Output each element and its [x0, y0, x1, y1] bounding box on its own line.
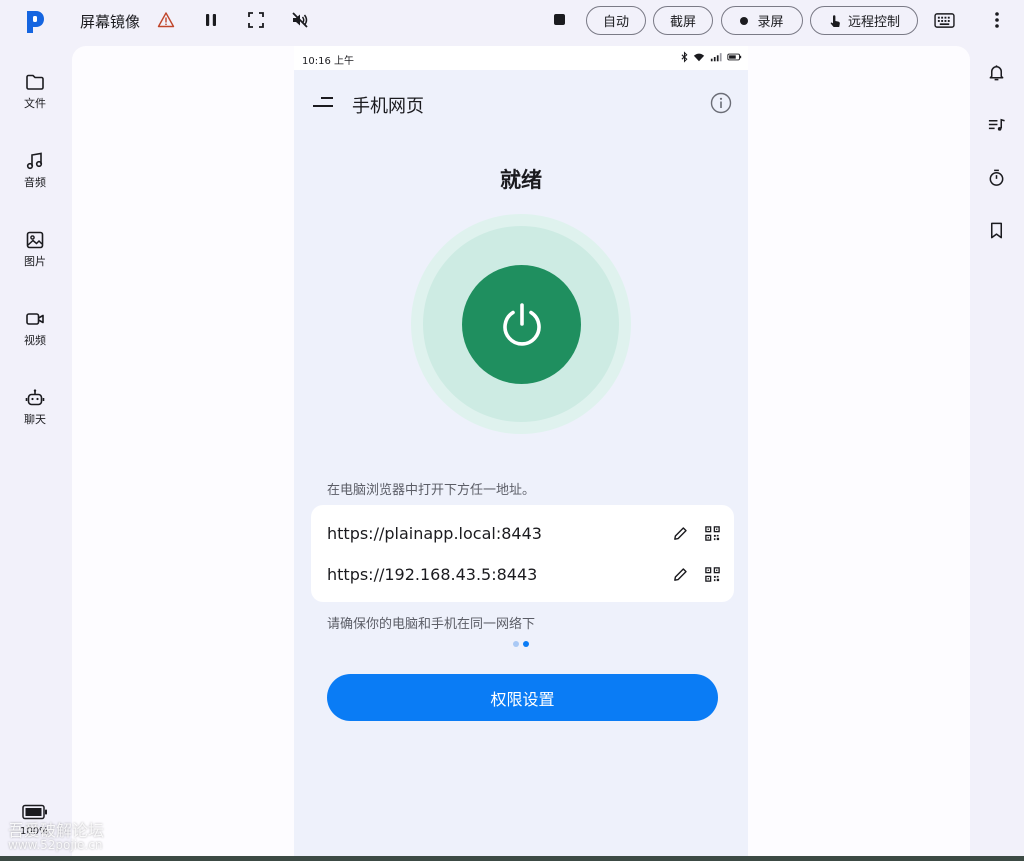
sidebar-item-files[interactable]: 文件 — [10, 72, 60, 122]
auto-button[interactable]: 自动 — [586, 6, 646, 35]
image-icon — [26, 231, 44, 249]
wifi-icon — [693, 53, 705, 62]
info-icon[interactable] — [710, 92, 732, 114]
url-text[interactable]: https://192.168.43.5:8443 — [327, 565, 670, 584]
keyboard-icon[interactable] — [932, 9, 956, 31]
remote-control-label: 远程控制 — [847, 14, 900, 29]
url-card: https://plainapp.local:8443 https://192.… — [311, 505, 734, 602]
sidebar-item-label: 聊天 — [24, 413, 46, 426]
folder-icon — [26, 74, 44, 90]
remote-control-button[interactable]: 远程控制 — [810, 6, 918, 35]
top-toolbar: 屏幕镜像 自动 截屏 录屏 远程控制 — [0, 0, 1024, 42]
network-note: 请确保你的电脑和手机在同一网络下 — [327, 617, 536, 632]
touch-icon — [830, 14, 840, 27]
phone-screen[interactable]: 10:16 上午 手机网页 就绪 在电脑浏览器中打开下方任一地址。 https:… — [294, 46, 748, 861]
bell-icon[interactable] — [985, 61, 1007, 83]
edit-icon[interactable] — [670, 564, 690, 584]
sidebar-item-audio[interactable]: 音频 — [10, 151, 60, 201]
power-button[interactable] — [462, 265, 581, 384]
edit-icon[interactable] — [670, 523, 690, 543]
screenshot-button[interactable]: 截屏 — [653, 6, 713, 35]
video-camera-icon — [26, 313, 44, 325]
url-row: https://192.168.43.5:8443 — [327, 561, 722, 587]
sidebar-item-images[interactable]: 图片 — [10, 230, 60, 280]
qr-code-icon[interactable] — [702, 523, 722, 543]
qr-code-icon[interactable] — [702, 564, 722, 584]
playlist-icon[interactable] — [985, 114, 1007, 136]
app-logo — [27, 11, 44, 33]
more-vert-icon[interactable] — [986, 9, 1008, 31]
fullscreen-icon[interactable] — [245, 9, 267, 31]
bluetooth-icon — [681, 51, 688, 63]
mute-icon[interactable] — [289, 9, 311, 31]
sidebar-item-label: 文件 — [24, 97, 46, 110]
url-text[interactable]: https://plainapp.local:8443 — [327, 524, 670, 543]
signal-icon — [710, 53, 722, 62]
url-row: https://plainapp.local:8443 — [327, 520, 722, 546]
battery-status-icon — [727, 53, 742, 61]
phone-status-bar: 10:16 上午 — [294, 46, 748, 70]
sidebar-item-video[interactable]: 视频 — [10, 309, 60, 359]
page-dot[interactable] — [513, 641, 519, 647]
watermark-url: www.52pojie.cn — [8, 838, 103, 852]
page-indicator — [513, 641, 529, 647]
bookmark-icon[interactable] — [985, 219, 1007, 241]
music-note-icon — [26, 152, 43, 170]
record-dot-icon — [740, 16, 749, 25]
permission-settings-button[interactable]: 权限设置 — [327, 674, 718, 721]
instruction-text: 在电脑浏览器中打开下方任一地址。 — [327, 483, 536, 498]
server-state-label: 就绪 — [500, 168, 542, 192]
warning-icon[interactable] — [155, 9, 177, 31]
sidebar-item-label: 音频 — [24, 176, 46, 189]
page-dot-active[interactable] — [523, 641, 529, 647]
sidebar-item-label: 图片 — [24, 255, 46, 268]
timer-icon[interactable] — [985, 166, 1007, 188]
stop-icon[interactable] — [554, 14, 565, 25]
status-time: 10:16 上午 — [302, 56, 354, 67]
bottom-edge — [0, 856, 1024, 861]
sidebar-item-chat[interactable]: 聊天 — [10, 388, 60, 438]
power-icon — [502, 302, 541, 346]
record-label: 录屏 — [757, 14, 784, 29]
record-button[interactable]: 录屏 — [721, 6, 803, 35]
status-icons — [681, 51, 742, 63]
app-title: 手机网页 — [352, 96, 424, 117]
sidebar-item-label: 视频 — [24, 334, 46, 347]
pause-icon[interactable] — [200, 9, 222, 31]
window-title: 屏幕镜像 — [80, 13, 141, 31]
menu-icon[interactable] — [312, 94, 334, 110]
robot-icon — [25, 389, 45, 406]
